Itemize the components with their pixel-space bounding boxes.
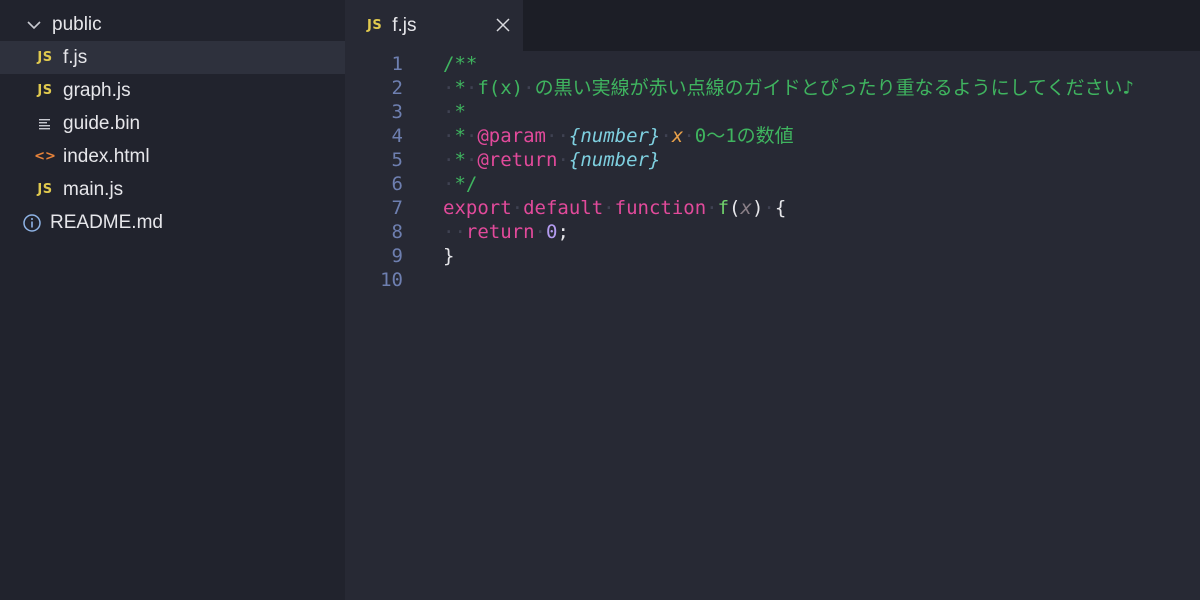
line-number: 4 (391, 125, 403, 147)
file-item-main-js[interactable]: JS main.js (0, 173, 345, 206)
code-line: export·default·function·f(x)·{ (443, 197, 787, 219)
tab-label: f.js (392, 14, 417, 36)
js-icon: JS (37, 182, 53, 197)
file-item-f-js[interactable]: JS f.js (0, 41, 345, 74)
file-label: README.md (50, 211, 163, 233)
js-icon: JS (37, 50, 53, 65)
info-icon (22, 213, 42, 233)
folder-label: public (52, 13, 102, 35)
line-number: 3 (391, 101, 403, 123)
file-explorer: public JS f.js JS graph.js guide.bin <> … (0, 0, 345, 600)
line-number: 10 (380, 269, 403, 291)
js-icon: JS (37, 83, 53, 98)
file-item-guide-bin[interactable]: guide.bin (0, 107, 345, 140)
code-line: ··return·0; (443, 221, 569, 243)
code-line: ·* (443, 101, 466, 123)
tab-bar: JS f.js (345, 0, 1200, 51)
chevron-down-icon (24, 15, 44, 35)
code-line: ·*/ (443, 173, 478, 195)
line-number: 2 (391, 77, 403, 99)
line-number: 8 (391, 221, 403, 243)
file-label: guide.bin (63, 112, 141, 134)
code-line: ·*·@return·{number} (443, 149, 661, 171)
file-label: index.html (63, 145, 150, 167)
file-label: graph.js (63, 79, 131, 101)
close-icon[interactable] (493, 15, 513, 35)
line-number: 9 (391, 245, 403, 267)
code-line: ·*·f(x)·の黒い実線が赤い点線のガイドとぴったり重なるようにしてください♪ (443, 77, 1134, 99)
file-item-index-html[interactable]: <> index.html (0, 140, 345, 173)
code-line: } (443, 245, 455, 267)
tab-f-js[interactable]: JS f.js (345, 0, 523, 51)
code-line: ·*·@param··{number}·x·0〜1の数値 (443, 125, 794, 147)
line-number: 5 (391, 149, 403, 171)
folder-public[interactable]: public (0, 8, 345, 41)
file-label: f.js (63, 46, 88, 68)
file-item-readme-md[interactable]: README.md (0, 206, 345, 239)
code-editor[interactable]: 1 2 3 4 5 6 7 8 9 10 /** ·*·f(x)·の黒い実線が赤… (345, 51, 1200, 600)
html-icon: <> (34, 149, 56, 164)
line-number: 7 (391, 197, 403, 219)
line-number: 1 (391, 53, 403, 75)
file-label: main.js (63, 178, 124, 200)
line-number: 6 (391, 173, 403, 195)
binary-file-icon (35, 114, 55, 134)
file-item-graph-js[interactable]: JS graph.js (0, 74, 345, 107)
code-line: /** (443, 53, 478, 75)
js-icon: JS (367, 18, 383, 33)
